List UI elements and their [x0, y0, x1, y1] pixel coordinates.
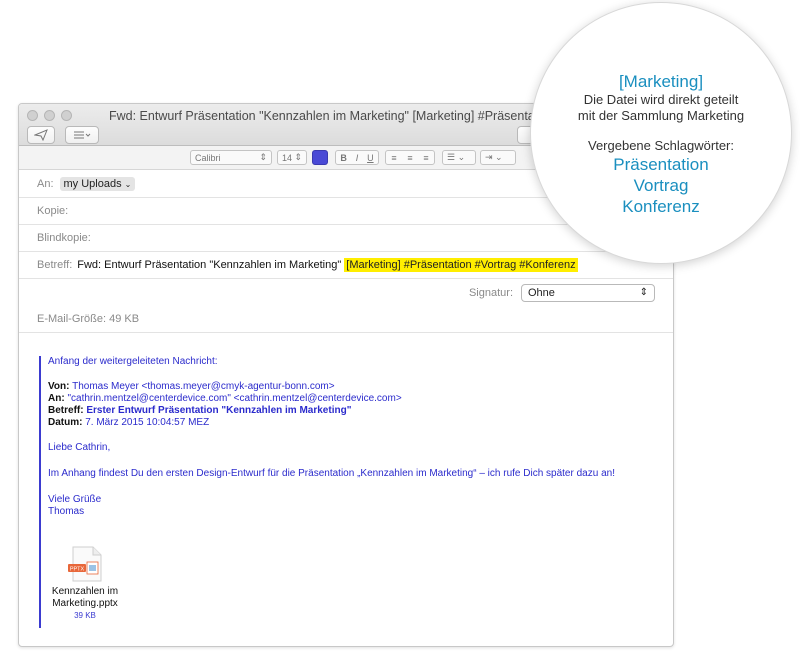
indent-icon: ⇥ ⌄: [485, 152, 503, 162]
attachment-name-line2: Marketing.pptx: [52, 598, 118, 609]
subject-tags: [Marketing] #Präsentation #Vortrag #Konf…: [344, 258, 578, 272]
callout-line1: Die Datei wird direkt geteilt: [583, 92, 739, 107]
chevron-updown-icon: ⇕: [259, 152, 267, 162]
signature-select[interactable]: Ohne ⇕: [521, 283, 655, 302]
from-line: Von: Thomas Meyer <thomas.meyer@cmyk-age…: [48, 381, 649, 393]
msg-date-label: Datum:: [48, 417, 83, 428]
pptx-file-icon: PPTX: [68, 546, 102, 582]
text-style-group: B I U: [335, 150, 379, 165]
info-callout: [Marketing] Die Datei wird direkt geteil…: [530, 2, 792, 264]
indent-button[interactable]: ⇥ ⌄: [480, 150, 516, 165]
align-left-icon[interactable]: ≡: [391, 153, 396, 163]
to-recipient: my Uploads: [63, 178, 122, 190]
msg-subject-value: Erster Entwurf Präsentation "Kennzahlen …: [86, 405, 352, 416]
attachment-name-line1: Kennzahlen im: [51, 586, 119, 597]
forwarded-message[interactable]: Anfang der weitergeleiteten Nachricht: V…: [39, 356, 649, 628]
send-icon: [34, 129, 48, 141]
from-value: Thomas Meyer <thomas.meyer@cmyk-agentur-…: [72, 381, 335, 392]
header-fields-button[interactable]: [65, 126, 99, 144]
body-text: Im Anhang findest Du den ersten Design-E…: [48, 468, 615, 479]
signature-value: Ohne: [528, 286, 555, 299]
align-center-icon[interactable]: ≡: [407, 153, 412, 163]
subject-label: Betreff:: [37, 259, 73, 271]
subject-text: Fwd: Entwurf Präsentation "Kennzahlen im…: [77, 259, 342, 271]
list-style-button[interactable]: ☰ ⌄: [442, 150, 476, 165]
font-size-value: 14: [282, 152, 293, 163]
window-controls: [27, 110, 72, 121]
callout-tag-1: Präsentation: [613, 155, 709, 174]
close-window-button[interactable]: [27, 110, 38, 121]
msg-to-value: "cathrin.mentzel@centerdevice.com" <cath…: [67, 393, 402, 404]
callout-tag-3: Konferenz: [622, 197, 700, 216]
size-row: E-Mail-Größe: 49 KB: [19, 306, 673, 333]
cc-label: Kopie:: [37, 205, 69, 217]
list-icon: ☰ ⌄: [447, 152, 466, 162]
font-name: Calibri: [195, 152, 221, 163]
subject-row[interactable]: Betreff: Fwd: Entwurf Präsentation "Kenn…: [19, 252, 673, 279]
text-color-swatch[interactable]: [312, 150, 328, 165]
subject-line: Betreff: Erster Entwurf Präsentation "Ke…: [48, 405, 649, 417]
bold-button[interactable]: B: [340, 153, 347, 163]
greeting: Liebe Cathrin,: [48, 442, 111, 453]
font-size-select[interactable]: 14 ⇕: [277, 150, 307, 165]
attachment[interactable]: PPTX Kennzahlen im Marketing.pptx 39 KB: [45, 546, 125, 622]
alignment-group: ≡ ≡ ≡: [385, 150, 435, 165]
zoom-window-button[interactable]: [61, 110, 72, 121]
email-size: E-Mail-Größe: 49 KB: [37, 313, 140, 325]
minimize-window-button[interactable]: [44, 110, 55, 121]
align-right-icon[interactable]: ≡: [423, 153, 428, 163]
signature-row: Signatur: Ohne ⇕: [19, 279, 673, 306]
pptx-badge-text: PPTX: [70, 567, 85, 573]
send-button[interactable]: [27, 126, 55, 144]
msg-date-value: 7. März 2015 10:04:57 MEZ: [85, 417, 210, 428]
from-label: Von:: [48, 381, 70, 392]
attachment-size: 39 KB: [74, 611, 96, 620]
chevron-updown-icon: ⇕: [639, 287, 648, 298]
chevron-updown-icon: ⇕: [294, 152, 302, 162]
chevron-down-icon: ⌄: [124, 180, 132, 189]
callout-line2: mit der Sammlung Marketing: [577, 108, 745, 123]
bcc-label: Blindkopie:: [37, 232, 91, 244]
closing: Viele Grüße: [48, 494, 102, 505]
msg-subject-label: Betreff:: [48, 405, 84, 416]
msg-to-label: An:: [48, 393, 65, 404]
date-line: Datum: 7. März 2015 10:04:57 MEZ: [48, 417, 649, 429]
sender-name: Thomas: [48, 506, 85, 517]
font-select[interactable]: Calibri ⇕: [190, 150, 272, 165]
forward-intro: Anfang der weitergeleiteten Nachricht:: [48, 356, 218, 367]
to-recipient-token[interactable]: my Uploads ⌄: [59, 177, 136, 191]
callout-collection: [Marketing]: [618, 72, 704, 91]
to-label: An:: [37, 178, 54, 190]
to-line: An: "cathrin.mentzel@centerdevice.com" <…: [48, 393, 649, 405]
italic-button[interactable]: I: [356, 153, 359, 163]
underline-button[interactable]: U: [367, 153, 374, 163]
callout-tags-heading: Vergebene Schlagwörter:: [588, 138, 734, 153]
list-icon: [74, 131, 91, 139]
callout-tag-2: Vortrag: [633, 176, 689, 195]
signature-label: Signatur:: [468, 286, 513, 299]
